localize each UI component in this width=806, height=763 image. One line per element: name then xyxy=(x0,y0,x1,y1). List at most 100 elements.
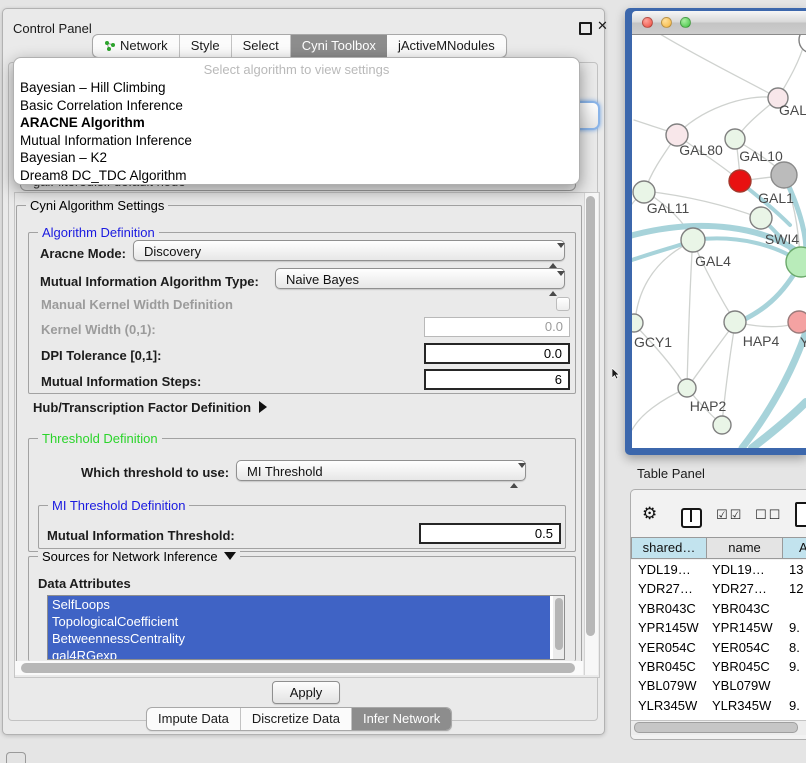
table-row[interactable]: YBR045CYBR045C9. xyxy=(631,657,806,676)
table-row[interactable]: YBL079WYBL079W xyxy=(631,676,806,695)
node-label-y: Y xyxy=(800,334,806,350)
table-cell[interactable]: YLR345W xyxy=(631,696,707,715)
which-threshold-combo[interactable]: MI Threshold xyxy=(236,460,526,481)
table-cell[interactable]: YBR045C xyxy=(631,657,707,676)
attribute-item-gal4rgexp[interactable]: gal4RGexp xyxy=(48,647,550,660)
table-row[interactable]: YDL19…YDL19…13 xyxy=(631,560,806,579)
network-edge[interactable] xyxy=(660,35,778,98)
column-header-name[interactable]: name xyxy=(707,537,783,559)
network-node[interactable] xyxy=(786,247,806,277)
mi-threshold-field[interactable]: 0.5 xyxy=(419,523,561,544)
network-node[interactable] xyxy=(632,314,643,332)
table-row[interactable]: YLR345WYLR345W9. xyxy=(631,696,806,715)
table-cell[interactable]: YDL19… xyxy=(631,560,707,579)
table-cell[interactable]: 9. xyxy=(783,618,806,637)
network-node[interactable] xyxy=(750,207,772,229)
column-header-shared[interactable]: shared… xyxy=(631,537,707,559)
table-cell[interactable]: YDR27… xyxy=(707,579,783,598)
zoom-traffic-light[interactable] xyxy=(680,17,691,28)
kernel-width-field[interactable]: 0.0 xyxy=(424,317,570,337)
close-icon[interactable]: ✕ xyxy=(597,18,608,34)
tab-cyni-toolbox[interactable]: Cyni Toolbox xyxy=(291,35,387,57)
table-cell[interactable]: YBR045C xyxy=(707,657,783,676)
table-cell[interactable] xyxy=(783,599,806,618)
mi-algorithm-type-combo[interactable]: Naive Bayes xyxy=(275,268,565,289)
attribute-item-betweennesscentrality[interactable]: BetweennessCentrality xyxy=(48,630,550,647)
network-node[interactable] xyxy=(681,228,705,252)
sources-group-title[interactable]: Sources for Network Inference xyxy=(38,549,240,564)
table-cell[interactable]: YDL19… xyxy=(707,560,783,579)
settings-horizontal-scrollbar-thumb[interactable] xyxy=(21,663,575,673)
algorithm-option-aracne-algorithm[interactable]: ARACNE Algorithm xyxy=(14,114,579,132)
network-node[interactable] xyxy=(788,311,806,333)
tab-impute-data[interactable]: Impute Data xyxy=(147,708,241,730)
table-row[interactable]: YDR27…YDR27…12 xyxy=(631,579,806,598)
table-cell[interactable] xyxy=(783,676,806,695)
select-all-checkboxes-icon[interactable]: ☑☑ xyxy=(716,508,743,523)
columns-icon[interactable] xyxy=(681,508,702,528)
mi-steps-field[interactable]: 6 xyxy=(424,369,570,390)
network-edge[interactable] xyxy=(677,97,778,135)
network-node[interactable] xyxy=(771,162,797,188)
table-cell[interactable]: YER054C xyxy=(707,638,783,657)
table-cell[interactable]: 9. xyxy=(783,696,806,715)
float-window-icon[interactable] xyxy=(579,22,592,35)
network-node[interactable] xyxy=(678,379,696,397)
algorithm-option-bayesian-k2[interactable]: Bayesian – K2 xyxy=(14,149,579,167)
attribute-item-selfloops[interactable]: SelfLoops xyxy=(48,596,550,613)
table-cell[interactable]: 12 xyxy=(783,579,806,598)
table-horizontal-scrollbar-thumb[interactable] xyxy=(634,722,798,733)
attribute-item-topologicalcoefficient[interactable]: TopologicalCoefficient xyxy=(48,613,550,630)
tab-infer-network[interactable]: Infer Network xyxy=(352,708,451,730)
tab-jactivemnodules[interactable]: jActiveMNodules xyxy=(387,35,506,57)
table-cell[interactable]: YPR145W xyxy=(707,618,783,637)
column-header-a[interactable]: A xyxy=(783,537,806,559)
table-cell[interactable]: 9. xyxy=(783,657,806,676)
list-vertical-scrollbar[interactable] xyxy=(553,596,564,659)
table-row[interactable]: YER054CYER054C8. xyxy=(631,638,806,657)
minimize-traffic-light[interactable] xyxy=(661,17,672,28)
tab-discretize-data[interactable]: Discretize Data xyxy=(241,708,352,730)
aracne-mode-combo[interactable]: Discovery xyxy=(133,240,565,261)
table-cell[interactable]: YBL079W xyxy=(707,676,783,695)
table-cell[interactable]: YLR345W xyxy=(707,696,783,715)
table-cell[interactable]: YBR043C xyxy=(631,599,707,618)
data-attributes-list[interactable]: SelfLoopsTopologicalCoefficientBetweenne… xyxy=(47,595,565,660)
algorithm-option-bayesian-hill-climbing[interactable]: Bayesian – Hill Climbing xyxy=(14,79,579,97)
network-canvas[interactable]: GALGAL80GAL10GAL1GAL11SWI4GAL4GCY1HAP4YH… xyxy=(632,35,806,448)
node-label-gal: GAL xyxy=(779,102,806,118)
gear-icon[interactable]: ⚙ xyxy=(642,504,657,524)
apply-button[interactable]: Apply xyxy=(272,681,340,704)
table-cell[interactable]: YBL079W xyxy=(631,676,707,695)
hub-section-toggle[interactable]: Hub/Transcription Factor Definition xyxy=(33,400,267,415)
tab-style[interactable]: Style xyxy=(180,35,232,57)
close-traffic-light[interactable] xyxy=(642,17,653,28)
taskbar-partial-icon[interactable] xyxy=(6,752,26,763)
algorithm-option-dream8-dc-tdc-algorithm[interactable]: Dream8 DC_TDC Algorithm xyxy=(14,167,579,185)
table-cell[interactable]: 13 xyxy=(783,560,806,579)
network-edge[interactable] xyxy=(687,252,692,387)
table-cell[interactable]: 8. xyxy=(783,638,806,657)
network-node[interactable] xyxy=(729,170,751,192)
network-node[interactable] xyxy=(724,311,746,333)
dpi-tolerance-label: DPI Tolerance [0,1]: xyxy=(41,348,161,363)
table-cell[interactable]: YBR043C xyxy=(707,599,783,618)
algorithm-option-basic-correlation-inference[interactable]: Basic Correlation Inference xyxy=(14,97,579,115)
deselect-all-checkboxes-icon[interactable]: ☐☐ xyxy=(755,508,782,523)
table-cell[interactable]: YER054C xyxy=(631,638,707,657)
network-node[interactable] xyxy=(725,129,745,149)
table-row[interactable]: YPR145WYPR145W9. xyxy=(631,618,806,637)
table-cell[interactable]: YDR27… xyxy=(631,579,707,598)
dpi-tolerance-field[interactable]: 0.0 xyxy=(424,343,570,364)
settings-vertical-scrollbar-thumb[interactable] xyxy=(586,196,595,636)
network-edge[interactable] xyxy=(632,388,687,430)
algorithm-option-mutual-information-inference[interactable]: Mutual Information Inference xyxy=(14,132,579,150)
table-cell[interactable]: YPR145W xyxy=(631,618,707,637)
document-icon[interactable] xyxy=(795,502,806,527)
table-row[interactable]: YBR043CYBR043C xyxy=(631,599,806,618)
network-edge[interactable] xyxy=(635,241,693,322)
tab-network[interactable]: Network xyxy=(93,35,180,57)
tab-select[interactable]: Select xyxy=(232,35,291,57)
manual-kernel-checkbox[interactable] xyxy=(556,297,570,311)
network-node[interactable] xyxy=(713,416,731,434)
